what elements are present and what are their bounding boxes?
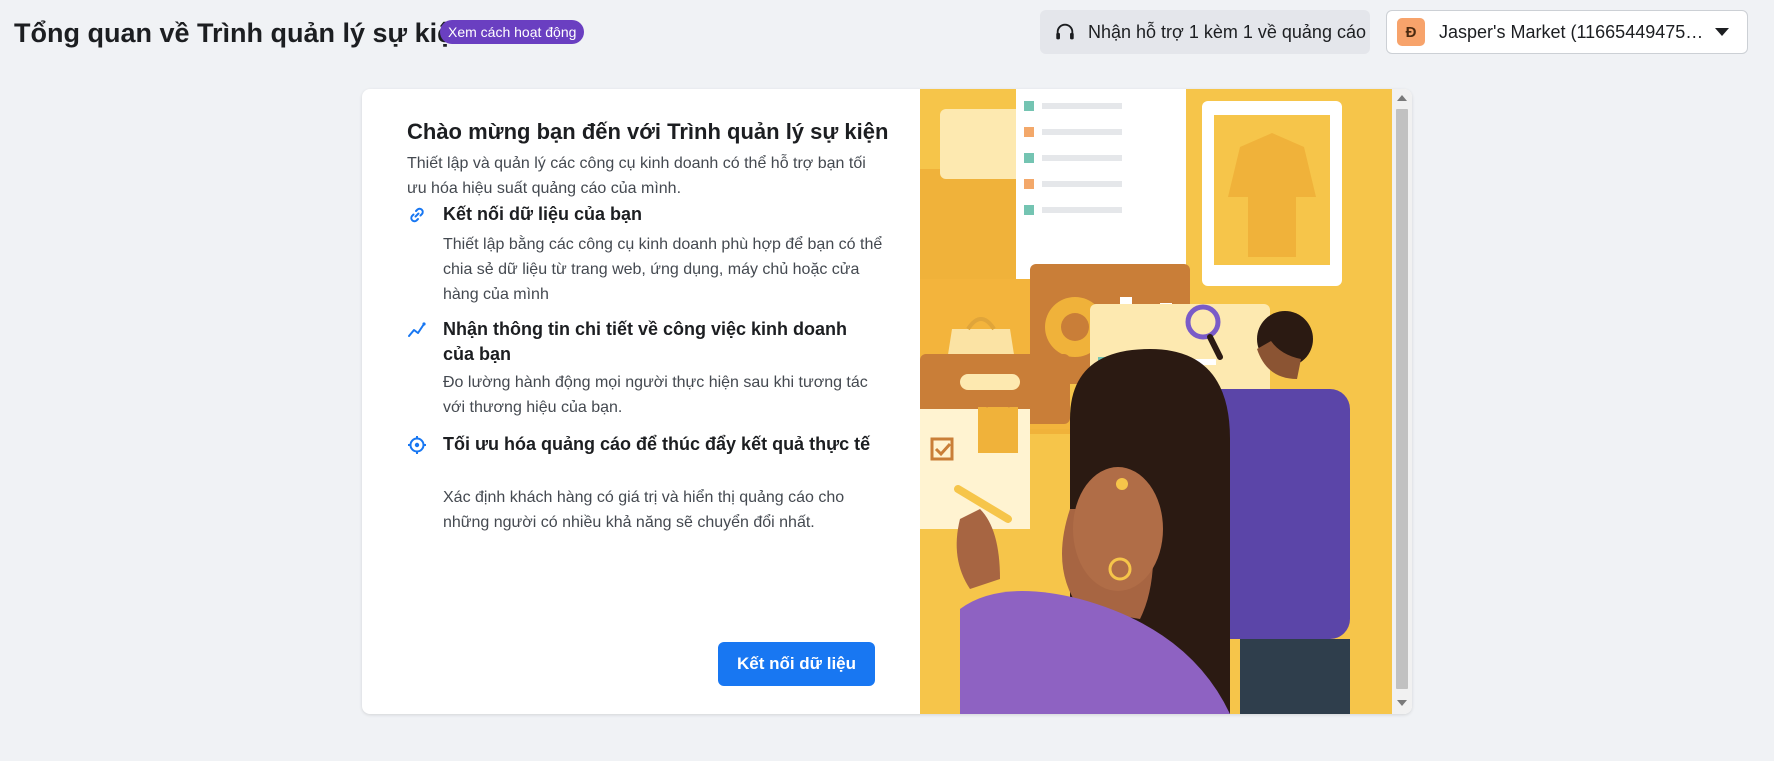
scrollbar[interactable]	[1392, 89, 1412, 714]
support-label: Nhận hỗ trợ 1 kèm 1 về quảng cáo	[1088, 21, 1366, 42]
headset-icon	[1056, 23, 1074, 40]
top-bar: Tổng quan về Trình quản lý sự kiện Xem c…	[0, 0, 1774, 70]
scroll-down-icon[interactable]	[1397, 700, 1407, 706]
welcome-card: Chào mừng bạn đến với Trình quản lý sự k…	[362, 89, 1412, 714]
trend-line-icon	[408, 322, 426, 337]
how-it-works-badge[interactable]: Xem cách hoạt động	[440, 20, 585, 44]
connect-data-button[interactable]: Kết nối dữ liệu	[718, 642, 875, 686]
link-icon	[410, 207, 424, 223]
welcome-title: Chào mừng bạn đến với Trình quản lý sự k…	[407, 119, 889, 144]
support-button[interactable]: Nhận hỗ trợ 1 kèm 1 về quảng cáo	[1040, 10, 1370, 54]
feature-desc: Đo lường hành động mọi người thực hiện s…	[443, 374, 868, 416]
account-selector[interactable]: Đ Jasper's Market (116654494758...	[1386, 10, 1748, 54]
caret-down-icon	[1715, 28, 1729, 36]
scroll-up-icon[interactable]	[1397, 95, 1407, 101]
feature-title: Tối ưu hóa quảng cáo để thúc đẩy kết quả…	[443, 434, 871, 454]
account-name: Jasper's Market (116654494758...	[1439, 21, 1709, 42]
feature-title: Kết nối dữ liệu của bạn	[443, 204, 643, 224]
feature-title: Nhận thông tin chi tiết về công việc kin…	[443, 319, 848, 364]
welcome-content: Chào mừng bạn đến với Trình quản lý sự k…	[362, 89, 922, 714]
account-avatar: Đ	[1397, 18, 1425, 46]
feature-desc: Thiết lập bằng các công cụ kinh doanh ph…	[443, 236, 883, 303]
scroll-thumb[interactable]	[1396, 109, 1408, 689]
illustration-art	[920, 89, 1392, 714]
feature-desc: Xác định khách hàng có giá trị và hiển t…	[443, 489, 845, 531]
illustration	[920, 89, 1392, 714]
welcome-subtitle: Thiết lập và quản lý các công cụ kinh do…	[407, 155, 866, 197]
page-title: Tổng quan về Trình quản lý sự kiện	[14, 18, 469, 48]
target-icon	[408, 436, 426, 454]
